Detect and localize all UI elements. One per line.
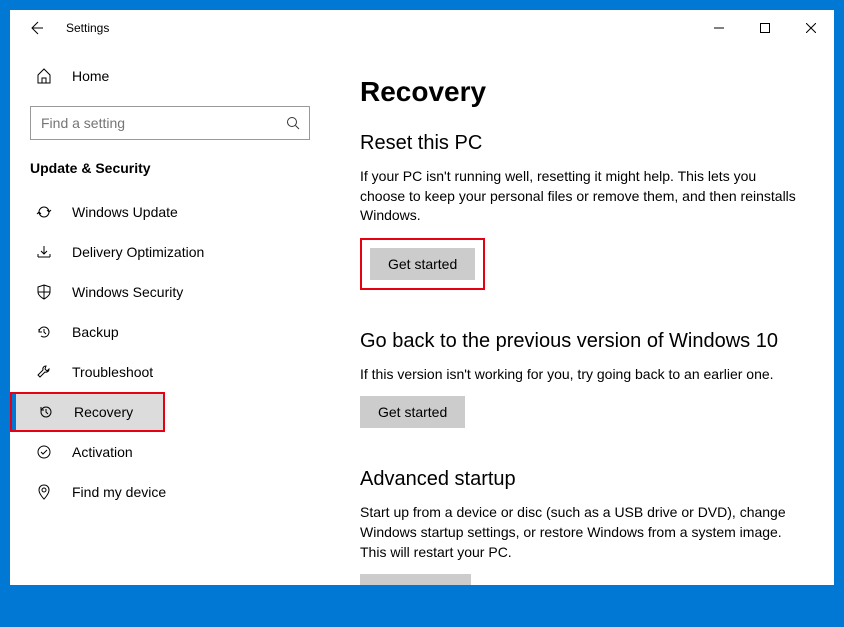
sidebar-item-delivery-optimization[interactable]: Delivery Optimization xyxy=(10,232,330,272)
sidebar-home-label: Home xyxy=(72,68,109,84)
location-icon xyxy=(34,484,54,500)
close-icon xyxy=(806,23,816,33)
section-heading: Advanced startup xyxy=(360,468,804,491)
restart-now-button[interactable]: Restart now xyxy=(360,574,471,585)
sidebar-item-activation[interactable]: Activation xyxy=(10,432,330,472)
shield-icon xyxy=(34,284,54,300)
sidebar-item-label: Backup xyxy=(72,324,119,340)
sidebar-item-troubleshoot[interactable]: Troubleshoot xyxy=(10,352,330,392)
window-controls xyxy=(696,10,834,46)
backup-icon xyxy=(34,324,54,340)
check-circle-icon xyxy=(34,444,54,460)
sidebar-item-home[interactable]: Home xyxy=(10,56,330,96)
sidebar-item-recovery[interactable]: Recovery xyxy=(10,392,165,432)
back-button[interactable] xyxy=(28,20,50,36)
section-advanced-startup: Advanced startup Start up from a device … xyxy=(360,468,804,585)
sidebar-item-label: Recovery xyxy=(74,404,133,420)
sidebar-item-label: Activation xyxy=(72,444,133,460)
sidebar: Home Update & Security Windows Update xyxy=(10,46,330,585)
get-started-reset-button[interactable]: Get started xyxy=(370,248,475,280)
sidebar-item-label: Troubleshoot xyxy=(72,364,153,380)
sidebar-item-label: Windows Update xyxy=(72,204,178,220)
sidebar-item-label: Delivery Optimization xyxy=(72,244,204,260)
section-body: If your PC isn't running well, resetting… xyxy=(360,167,804,226)
maximize-icon xyxy=(760,23,770,33)
sidebar-item-backup[interactable]: Backup xyxy=(10,312,330,352)
sidebar-item-find-my-device[interactable]: Find my device xyxy=(10,472,330,512)
sidebar-item-windows-update[interactable]: Windows Update xyxy=(10,192,330,232)
page-title: Recovery xyxy=(360,76,804,108)
window-title: Settings xyxy=(66,21,109,35)
minimize-button[interactable] xyxy=(696,10,742,46)
recovery-icon xyxy=(36,404,56,420)
section-body: If this version isn't working for you, t… xyxy=(360,365,804,385)
section-reset-pc: Reset this PC If your PC isn't running w… xyxy=(360,132,804,290)
close-button[interactable] xyxy=(788,10,834,46)
sidebar-section-header: Update & Security xyxy=(10,156,330,192)
sidebar-item-windows-security[interactable]: Windows Security xyxy=(10,272,330,312)
main-content: Recovery Reset this PC If your PC isn't … xyxy=(330,46,834,585)
get-started-goback-button[interactable]: Get started xyxy=(360,396,465,428)
search-wrap xyxy=(30,106,310,140)
arrow-left-icon xyxy=(28,20,44,36)
settings-window: Settings Home xyxy=(10,10,834,585)
sync-icon xyxy=(34,204,54,220)
minimize-icon xyxy=(714,23,724,33)
maximize-button[interactable] xyxy=(742,10,788,46)
section-heading: Reset this PC xyxy=(360,132,804,155)
section-heading: Go back to the previous version of Windo… xyxy=(360,330,804,353)
section-body: Start up from a device or disc (such as … xyxy=(360,503,804,562)
download-icon xyxy=(34,244,54,260)
section-go-back: Go back to the previous version of Windo… xyxy=(360,330,804,429)
highlight-box: Get started xyxy=(360,238,485,290)
sidebar-item-label: Find my device xyxy=(72,484,166,500)
home-icon xyxy=(34,68,54,84)
window-body: Home Update & Security Windows Update xyxy=(10,46,834,585)
sidebar-item-label: Windows Security xyxy=(72,284,183,300)
search-input[interactable] xyxy=(30,106,310,140)
titlebar: Settings xyxy=(10,10,834,46)
wrench-icon xyxy=(34,364,54,380)
